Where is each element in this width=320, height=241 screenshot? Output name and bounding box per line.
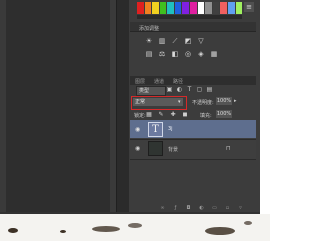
adjustments-row-1: ☀ ▥ ⟋ ◩ ▽ (145, 37, 205, 45)
color-balance-icon[interactable]: ⚖ (158, 50, 166, 58)
shape-filter-icon[interactable]: ▢ (196, 86, 203, 93)
swatches-row-secondary[interactable] (137, 15, 242, 19)
ink-splatter (8, 228, 18, 233)
layer-name[interactable]: 背景 (168, 146, 178, 153)
paper-background (0, 214, 270, 241)
color-swatch[interactable] (182, 2, 190, 14)
lock-icons: ▦ ✎ ✚ ◼ (146, 111, 188, 118)
brightness-icon[interactable]: ☀ (145, 37, 153, 45)
color-swatch[interactable] (190, 2, 197, 14)
vibrance-icon[interactable]: ▽ (197, 37, 205, 45)
tab-layers[interactable]: 图层 (135, 78, 145, 85)
eye-icon[interactable]: ◉ (135, 126, 140, 133)
panel-collapsed-strip (117, 0, 129, 212)
levels-icon[interactable]: ▥ (158, 37, 166, 45)
color-swatch[interactable] (227, 2, 235, 14)
adjustment-filter-icon[interactable]: ◐ (176, 86, 183, 93)
color-swatch[interactable] (220, 2, 227, 14)
ink-splatter (128, 223, 142, 228)
lock-icon: ⊓ (226, 145, 231, 152)
opacity-chevron-icon[interactable]: ▸ (234, 98, 237, 104)
trash-icon[interactable]: ▿ (238, 206, 243, 211)
new-layer-icon[interactable]: ▫ (225, 206, 230, 211)
color-lookup-icon[interactable]: ▦ (210, 50, 218, 58)
swatches-grid[interactable] (137, 2, 243, 14)
color-swatch[interactable] (212, 2, 220, 14)
fill-label: 填充: (200, 113, 212, 119)
pixel-filter-icon[interactable]: ▣ (166, 86, 173, 93)
adjustment-layer-icon[interactable]: ◐ (199, 206, 204, 211)
adjustments-row-2: ▤ ⚖ ◧ ◎ ◈ ▦ (145, 50, 218, 58)
color-swatch[interactable] (235, 2, 243, 14)
color-swatch[interactable] (205, 2, 212, 14)
layer-filter-select[interactable]: 类型 (136, 86, 166, 96)
lock-position-icon[interactable]: ✚ (170, 111, 176, 118)
blend-mode-select[interactable]: 正常 (133, 98, 183, 106)
layer-name[interactable]: 3j (168, 126, 173, 132)
chevron-down-icon: ▾ (178, 99, 181, 105)
eye-icon[interactable]: ◉ (135, 145, 140, 152)
background-layer-thumbnail[interactable] (148, 141, 163, 156)
ink-splatter (92, 226, 120, 232)
curves-icon[interactable]: ⟋ (171, 37, 179, 45)
fx-icon[interactable]: ƒ (173, 206, 178, 211)
color-swatch[interactable] (174, 2, 182, 14)
channel-mixer-icon[interactable]: ◈ (197, 50, 205, 58)
type-filter-icon[interactable]: T (186, 86, 193, 93)
color-swatch[interactable] (137, 2, 144, 14)
layers-footer: ∞ ƒ ◘ ◐ ▭ ▫ ▿ (130, 206, 256, 212)
opacity-label: 不透明度: (192, 100, 214, 106)
color-swatch[interactable] (197, 2, 205, 14)
tab-paths[interactable]: 路径 (173, 78, 183, 85)
color-swatch[interactable] (167, 2, 174, 14)
smart-object-filter-icon[interactable]: ▤ (206, 86, 213, 93)
link-icon[interactable]: ∞ (160, 206, 165, 211)
lock-all-icon[interactable]: ◼ (182, 111, 188, 118)
lock-label: 锁定: (134, 113, 146, 119)
swatches-menu-icon[interactable]: ≡ (244, 2, 254, 12)
exposure-icon[interactable]: ◩ (184, 37, 192, 45)
adjustments-label: 添加调整 (139, 26, 160, 32)
tab-channels[interactable]: 通道 (154, 78, 164, 85)
ink-splatter (205, 227, 235, 235)
color-swatch[interactable] (159, 2, 167, 14)
bw-icon[interactable]: ◧ (171, 50, 179, 58)
lock-image-icon[interactable]: ✎ (158, 111, 164, 118)
fill-field[interactable]: 100% (216, 110, 232, 118)
ink-splatter (60, 230, 66, 233)
layers-panel-tabs (130, 76, 256, 85)
photo-filter-icon[interactable]: ◎ (184, 50, 192, 58)
document-canvas[interactable] (6, 0, 110, 212)
color-swatch[interactable] (152, 2, 159, 14)
ink-splatter (244, 221, 252, 225)
opacity-field[interactable]: 100% (216, 97, 232, 105)
hsl-icon[interactable]: ▤ (145, 50, 153, 58)
group-icon[interactable]: ▭ (212, 206, 217, 211)
mask-icon[interactable]: ◘ (186, 206, 191, 211)
layer-filter-icons: ▣ ◐ T ▢ ▤ (166, 86, 213, 93)
lock-transparency-icon[interactable]: ▦ (146, 111, 152, 118)
color-swatch[interactable] (144, 2, 152, 14)
text-layer-thumbnail-icon[interactable]: T (148, 122, 163, 137)
